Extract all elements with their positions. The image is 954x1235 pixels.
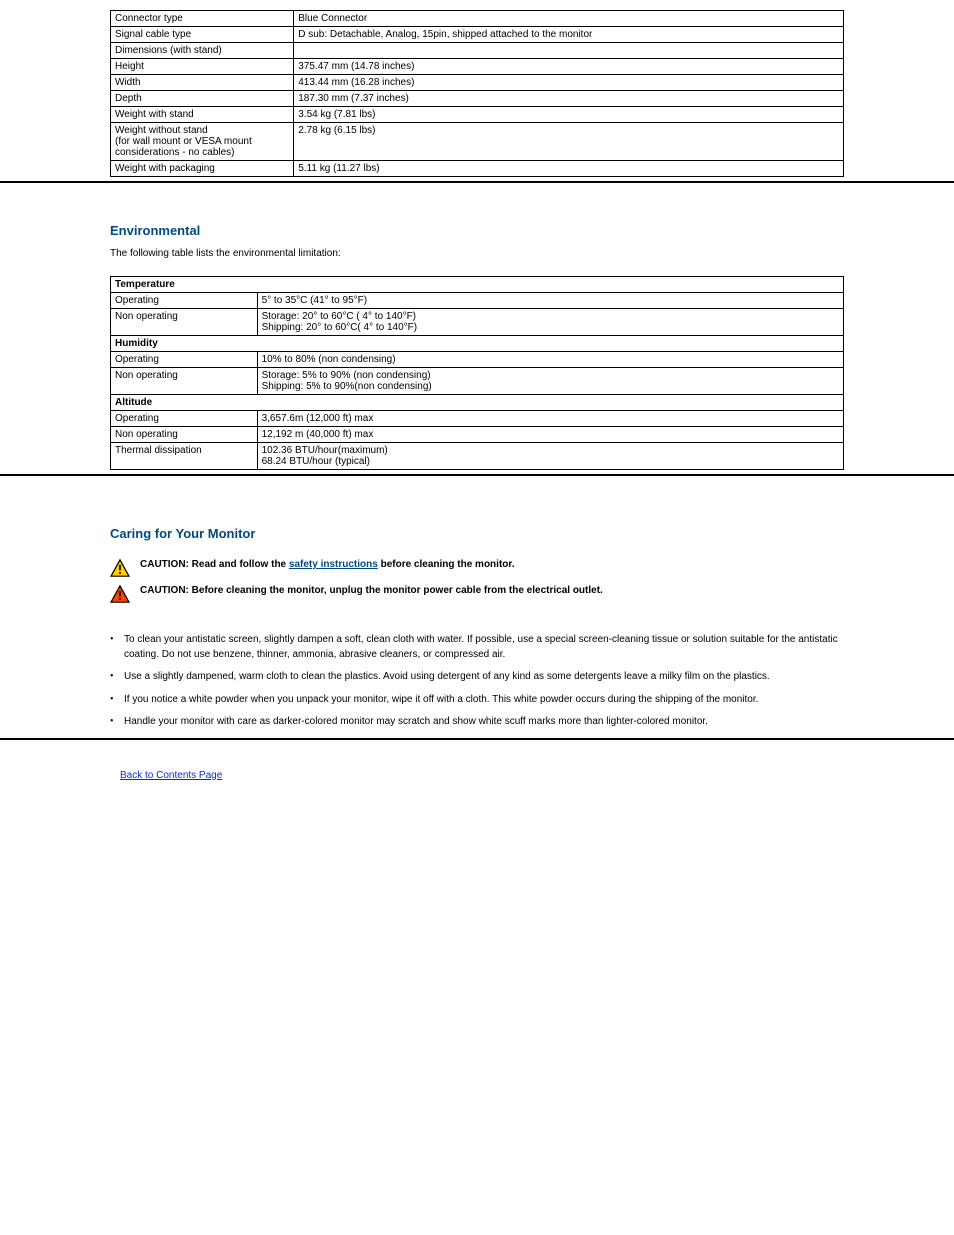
list-item: Handle your monitor with care as darker-…	[124, 711, 844, 734]
section-divider-3	[0, 738, 954, 740]
safety-instructions-link[interactable]: safety instructions	[289, 559, 378, 570]
table-cell-key: Operating	[111, 293, 258, 309]
caring-heading: Caring for Your Monitor	[110, 526, 844, 541]
caution-row-1: CAUTION: Read and follow the safety inst…	[110, 559, 844, 577]
table-cell-key: Operating	[111, 411, 258, 427]
table-cell-value: 375.47 mm (14.78 inches)	[294, 59, 844, 75]
table-cell-value: 12,192 m (40,000 ft) max	[257, 427, 843, 443]
table-cell-key: Signal cable type	[111, 27, 294, 43]
table-cell-key: Width	[111, 75, 294, 91]
caution-text-1-pre: CAUTION: Read and follow the	[140, 559, 289, 570]
warning-icon	[110, 585, 130, 603]
table-cell-value: 102.36 BTU/hour(maximum) 68.24 BTU/hour …	[257, 443, 843, 470]
list-item: Use a slightly dampened, warm cloth to c…	[124, 666, 844, 689]
caution-text-2: CAUTION: Before cleaning the monitor, un…	[140, 585, 603, 596]
table-cell-value: Storage: 5% to 90% (non condensing)Shipp…	[257, 368, 843, 395]
table-cell-key: Operating	[111, 352, 258, 368]
environmental-intro: The following table lists the environmen…	[110, 246, 844, 262]
table-cell-key: Weight without stand(for wall mount or V…	[111, 123, 294, 161]
section-divider-2	[0, 474, 954, 476]
environmental-table: TemperatureOperating5° to 35°C (41° to 9…	[110, 276, 844, 470]
list-item: To clean your antistatic screen, slightl…	[124, 629, 844, 666]
table-cell-value: 3,657.6m (12,000 ft) max	[257, 411, 843, 427]
table-cell-key: Non operating	[111, 427, 258, 443]
table-cell-value: 413.44 mm (16.28 inches)	[294, 75, 844, 91]
caution-text-1-post: before cleaning the monitor.	[378, 559, 515, 570]
environmental-heading: Environmental	[110, 223, 844, 238]
table-cell-key: Weight with packaging	[111, 161, 294, 177]
table-cell-value: Storage: 20° to 60°C ( 4° to 140°F)Shipp…	[257, 309, 843, 336]
table-group-header: Temperature	[111, 277, 844, 293]
table-cell-key: Weight with stand	[111, 107, 294, 123]
caution-row-2: CAUTION: Before cleaning the monitor, un…	[110, 585, 844, 603]
table-cell-key: Connector type	[111, 11, 294, 27]
warning-icon	[110, 559, 130, 577]
table-cell-key: Non operating	[111, 368, 258, 395]
table-cell-value: 5° to 35°C (41° to 95°F)	[257, 293, 843, 309]
table-cell-key: Non operating	[111, 309, 258, 336]
table-cell-value	[294, 43, 844, 59]
back-to-contents-link[interactable]: Back to Contents Page	[120, 770, 222, 781]
physical-table: Connector typeBlue ConnectorSignal cable…	[110, 10, 844, 177]
table-cell-value: 187.30 mm (7.37 inches)	[294, 91, 844, 107]
care-bullet-list: To clean your antistatic screen, slightl…	[110, 629, 844, 734]
table-cell-value: 3.54 kg (7.81 lbs)	[294, 107, 844, 123]
table-cell-key: Height	[111, 59, 294, 75]
table-cell-value: D sub: Detachable, Analog, 15pin, shippe…	[294, 27, 844, 43]
table-group-header: Altitude	[111, 395, 844, 411]
table-cell-key: Dimensions (with stand)	[111, 43, 294, 59]
section-divider	[0, 181, 954, 183]
table-cell-value: 5.11 kg (11.27 lbs)	[294, 161, 844, 177]
table-group-header: Humidity	[111, 336, 844, 352]
list-item: If you notice a white powder when you un…	[124, 689, 844, 712]
table-cell-value: Blue Connector	[294, 11, 844, 27]
table-cell-key: Depth	[111, 91, 294, 107]
table-cell-key: Thermal dissipation	[111, 443, 258, 470]
table-cell-value: 2.78 kg (6.15 lbs)	[294, 123, 844, 161]
table-cell-value: 10% to 80% (non condensing)	[257, 352, 843, 368]
